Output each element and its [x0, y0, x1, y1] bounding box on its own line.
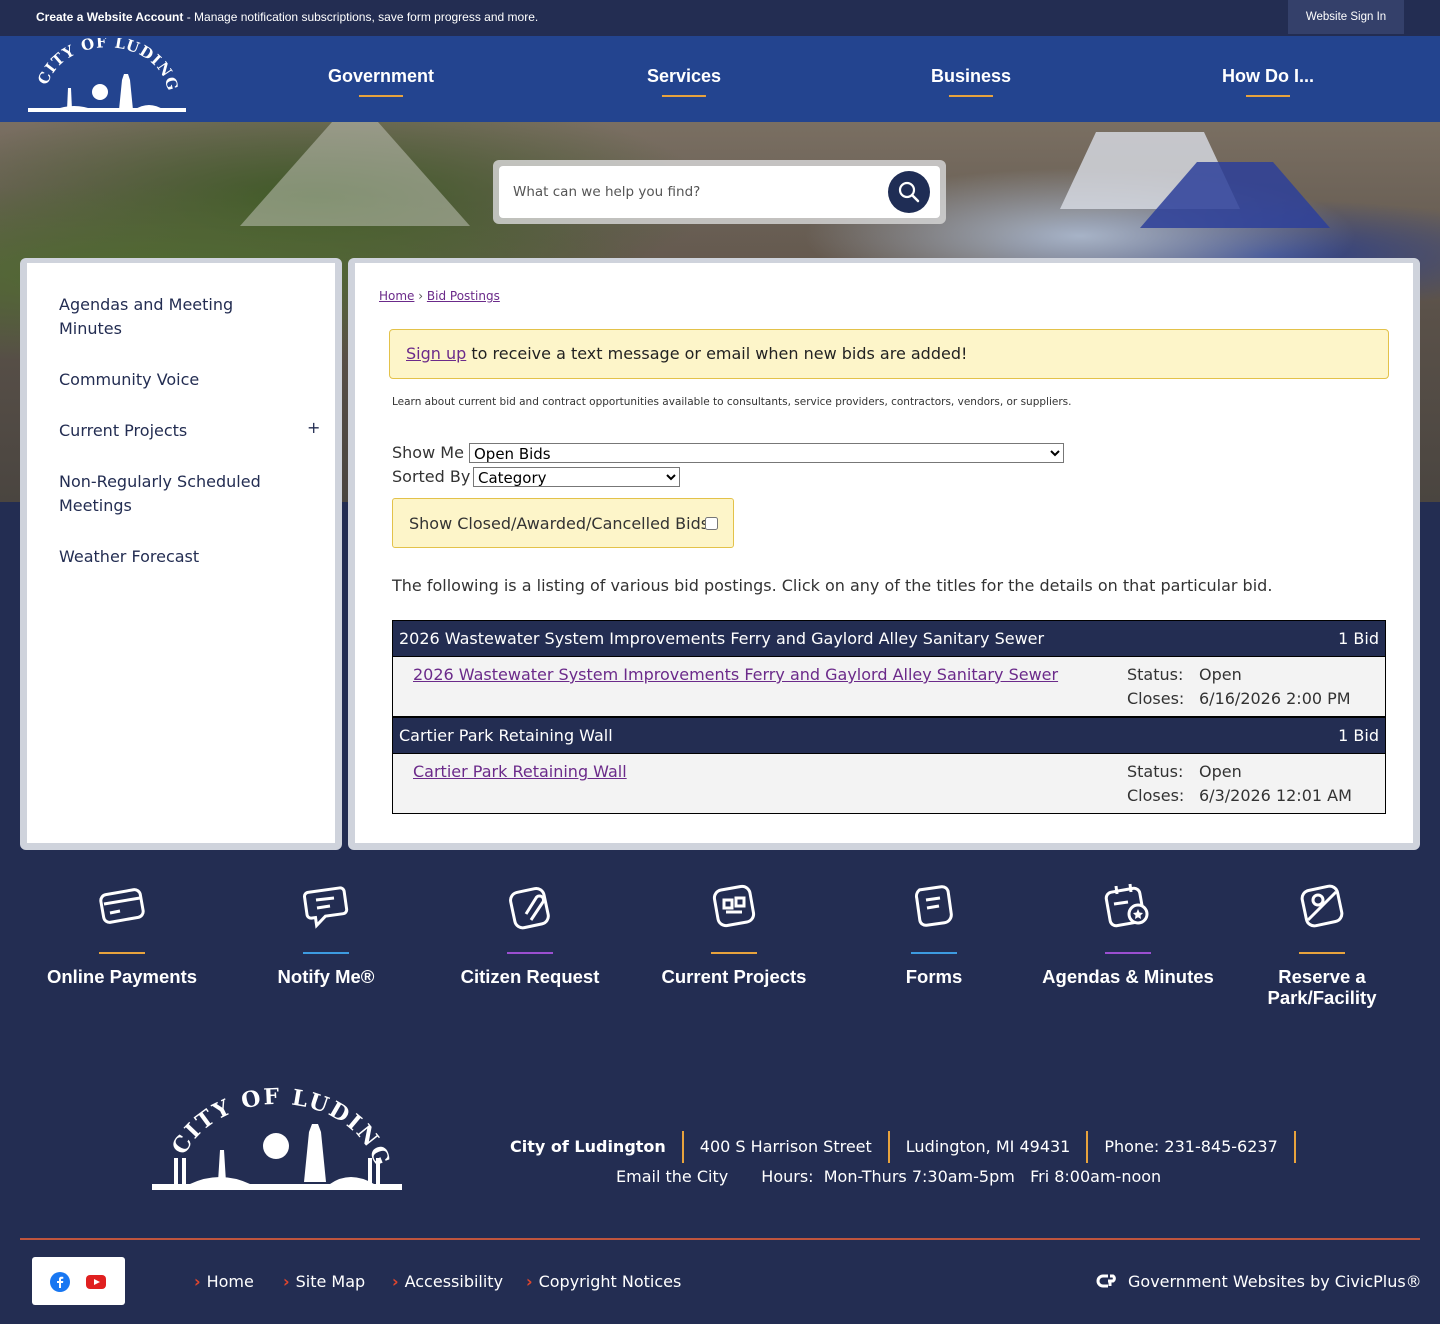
website-sign-in-button[interactable]: Website Sign In: [1288, 0, 1404, 34]
signup-link[interactable]: Sign up: [406, 344, 466, 363]
contact-secondary: Email the City Hours: Mon-Thurs 7:30am-5…: [616, 1167, 1189, 1186]
breadcrumb-separator: ›: [418, 289, 424, 303]
quick-link-reserve-park[interactable]: Reserve a Park/Facility: [1222, 880, 1422, 1008]
quick-link-agendas-minutes[interactable]: Agendas & Minutes: [1028, 880, 1228, 987]
status-value: Open: [1199, 762, 1242, 781]
signup-alert: Sign up to receive a text message or ema…: [389, 329, 1389, 379]
listing-description: The following is a listing of various bi…: [392, 576, 1273, 595]
sidebar-item-agendas[interactable]: Agendas and Meeting Minutes: [59, 293, 289, 341]
sorted-by-label: Sorted By: [392, 467, 471, 486]
category-header: Cartier Park Retaining Wall 1 Bid: [392, 717, 1386, 754]
show-me-select[interactable]: Open Bids: [469, 443, 1064, 463]
top-bar: Create a Website Account - Manage notifi…: [0, 0, 1440, 36]
city-logo[interactable]: CITY OF LUDINGTON: [24, 38, 190, 118]
sidebar-item-non-regular-meetings[interactable]: Non-Regularly Scheduled Meetings: [59, 470, 289, 518]
nav-government[interactable]: Government: [328, 66, 434, 97]
search-container: [493, 160, 946, 224]
show-closed-checkbox[interactable]: [705, 517, 718, 530]
search-button[interactable]: [888, 171, 930, 213]
breadcrumb: Home › Bid Postings: [379, 289, 500, 303]
signup-text: to receive a text message or email when …: [466, 344, 968, 363]
search-input[interactable]: [513, 180, 873, 204]
forms-icon: [914, 885, 953, 927]
search-icon: [898, 181, 920, 203]
footer-city-logo[interactable]: CITY OF LUDINGTON: [150, 1080, 404, 1198]
footer-link-accessibility[interactable]: › Accessibility: [392, 1272, 503, 1291]
breadcrumb-home[interactable]: Home: [379, 289, 414, 303]
office-hours: Hours: Mon-Thurs 7:30am-5pm Fri 8:00am-n…: [761, 1167, 1162, 1186]
youtube-icon[interactable]: [86, 1274, 106, 1290]
civicplus-credit[interactable]: Government Websites by CivicPlus®: [1096, 1272, 1422, 1291]
quick-link-forms[interactable]: Forms: [834, 880, 1034, 987]
closes-label: Closes:: [1127, 689, 1185, 708]
category-header: 2026 Wastewater System Improvements Ferr…: [392, 620, 1386, 657]
nav-business[interactable]: Business: [931, 66, 1011, 97]
bid-title-link[interactable]: 2026 Wastewater System Improvements Ferr…: [413, 665, 1058, 684]
show-closed-label: Show Closed/Awarded/Cancelled Bids:: [409, 514, 715, 533]
breadcrumb-bid-postings[interactable]: Bid Postings: [427, 289, 500, 303]
credit-card-icon: [99, 888, 145, 924]
category-name: Cartier Park Retaining Wall: [399, 726, 613, 745]
sidebar-nav: Agendas and Meeting Minutes Community Vo…: [27, 263, 335, 843]
org-name: City of Ludington: [494, 1131, 684, 1163]
status-label: Status:: [1127, 665, 1184, 684]
footer-divider: [20, 1238, 1420, 1240]
social-links: [32, 1257, 125, 1305]
status-value: Open: [1199, 665, 1242, 684]
calendar-icon: [1104, 883, 1149, 928]
footer-link-copyright[interactable]: › Copyright Notices: [526, 1272, 681, 1291]
city-state: Ludington, MI 49431: [890, 1131, 1089, 1163]
sorted-by-select[interactable]: Category: [473, 467, 680, 487]
show-me-label: Show Me: [392, 443, 464, 462]
intro-text: Learn about current bid and contract opp…: [392, 396, 1072, 408]
civicplus-icon: [1096, 1274, 1116, 1288]
contact-info: City of Ludington 400 S Harrison Street …: [494, 1130, 1296, 1164]
facebook-icon[interactable]: [50, 1272, 70, 1292]
map-pin-icon: [1300, 884, 1344, 928]
status-label: Status:: [1127, 762, 1184, 781]
quick-link-citizen-request[interactable]: Citizen Request: [430, 880, 630, 987]
closes-value: 6/16/2026 2:00 PM: [1199, 689, 1351, 708]
bid-count: 1 Bid: [1338, 629, 1379, 648]
search-box: [499, 166, 940, 218]
bid-count: 1 Bid: [1338, 726, 1379, 745]
footer-link-site-map[interactable]: › Site Map: [283, 1272, 365, 1291]
bid-table: 2026 Wastewater System Improvements Ferr…: [392, 620, 1386, 814]
bid-row: Cartier Park Retaining Wall Status: Open…: [392, 754, 1386, 814]
quick-link-online-payments[interactable]: Online Payments: [22, 880, 222, 987]
category-name: 2026 Wastewater System Improvements Ferr…: [399, 629, 1045, 648]
expand-plus-icon[interactable]: +: [307, 418, 320, 437]
footer-link-home[interactable]: › Home: [194, 1272, 254, 1291]
quick-link-current-projects[interactable]: Current Projects: [634, 880, 834, 987]
closes-label: Closes:: [1127, 786, 1185, 805]
sidebar-item-community-voice[interactable]: Community Voice: [59, 368, 289, 392]
sidebar-item-current-projects[interactable]: Current Projects: [59, 419, 289, 443]
email-link[interactable]: Email the City: [616, 1167, 728, 1186]
show-closed-box: Show Closed/Awarded/Cancelled Bids:: [392, 498, 734, 548]
address: 400 S Harrison Street: [684, 1131, 890, 1163]
sidebar-item-weather[interactable]: Weather Forecast: [59, 545, 289, 569]
reserve-line-2: Park/Facility: [1267, 987, 1377, 1008]
nav-services[interactable]: Services: [647, 66, 721, 97]
create-account-link[interactable]: Create a Website Account - Manage notifi…: [36, 10, 538, 24]
nav-how-do-i[interactable]: How Do I...: [1222, 66, 1314, 97]
reserve-line-1: Reserve a: [1278, 966, 1366, 987]
bid-row: 2026 Wastewater System Improvements Ferr…: [392, 657, 1386, 717]
closes-value: 6/3/2026 12:01 AM: [1199, 786, 1352, 805]
paperclip-icon: [509, 887, 550, 930]
site-header: CITY OF LUDINGTON Government Services Bu…: [0, 36, 1440, 122]
quick-link-notify-me[interactable]: Notify Me®: [226, 880, 426, 987]
projects-icon: [712, 884, 756, 928]
chat-bubble-icon: [303, 886, 349, 929]
phone: Phone: 231-845-6237: [1088, 1131, 1296, 1163]
main-content: Home › Bid Postings Sign up to receive a…: [355, 263, 1413, 843]
bid-title-link[interactable]: Cartier Park Retaining Wall: [413, 762, 627, 781]
